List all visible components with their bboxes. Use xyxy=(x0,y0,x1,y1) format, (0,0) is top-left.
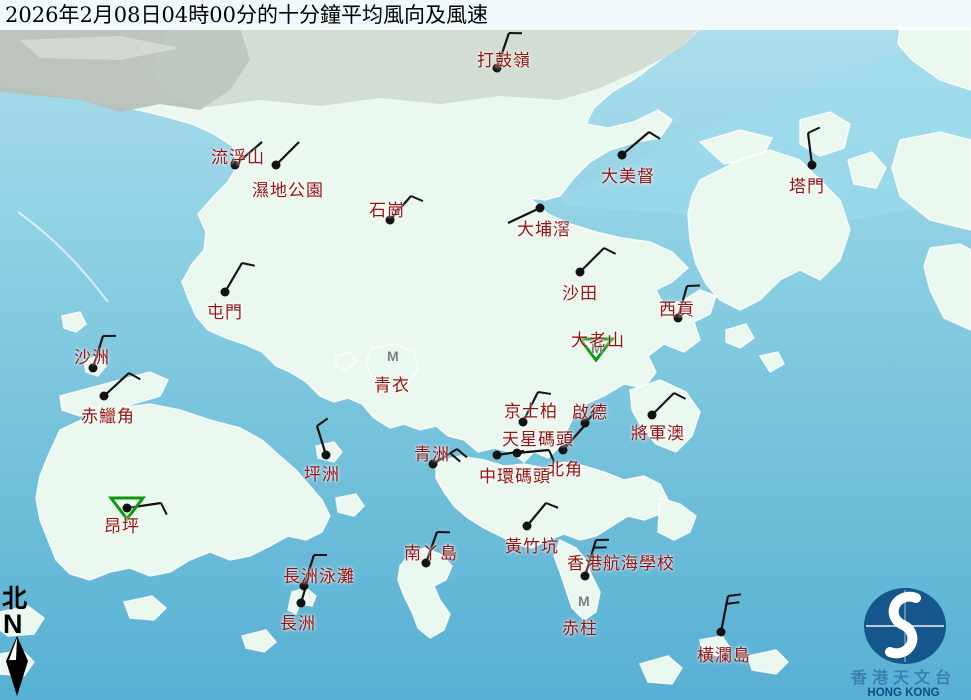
station-dot xyxy=(536,204,545,213)
station-dot xyxy=(100,392,109,401)
north-arrow-icon xyxy=(2,636,36,698)
station-dot xyxy=(618,151,627,160)
station-dot xyxy=(429,460,438,469)
hko-name-chinese: 香港天文台 xyxy=(836,669,971,687)
station-dot xyxy=(221,288,230,297)
station-dot xyxy=(386,216,395,225)
north-letter-label: N xyxy=(3,612,36,636)
station-dot xyxy=(272,161,281,170)
station-dot xyxy=(89,364,98,373)
station-dot xyxy=(231,161,240,170)
wind-barb-tick xyxy=(687,285,700,286)
hong-kong-map xyxy=(0,0,971,700)
station-dot xyxy=(581,572,590,581)
station-dot xyxy=(523,522,532,531)
station-dot xyxy=(123,504,132,513)
hko-logo: 香港天文台 HONG KONG OBSERVATORY xyxy=(836,586,971,700)
station-dot xyxy=(576,268,585,277)
station-dot xyxy=(519,418,528,427)
station-dot xyxy=(297,599,306,608)
station-dot xyxy=(493,64,502,73)
wind-map-screen: 打鼓嶺流浮山濕地公園大美督塔門石崗大埔滘沙田屯門西貢沙洲赤鱲角M青衣M大老山京士… xyxy=(0,0,971,700)
station-dot xyxy=(422,559,431,568)
station-dot xyxy=(322,451,331,460)
hko-name-english: HONG KONG OBSERVATORY xyxy=(836,687,971,700)
map-title: 2026年2月08日04時00分的十分鐘平均風向及風速 xyxy=(0,0,971,30)
station-dot xyxy=(717,628,726,637)
station-dot xyxy=(559,446,568,455)
station-dot xyxy=(493,451,502,460)
station-dot xyxy=(808,161,817,170)
hko-logo-icon xyxy=(836,586,971,666)
north-compass: 北 N xyxy=(2,586,36,700)
station-dot xyxy=(648,411,657,420)
station-dot xyxy=(674,314,683,323)
